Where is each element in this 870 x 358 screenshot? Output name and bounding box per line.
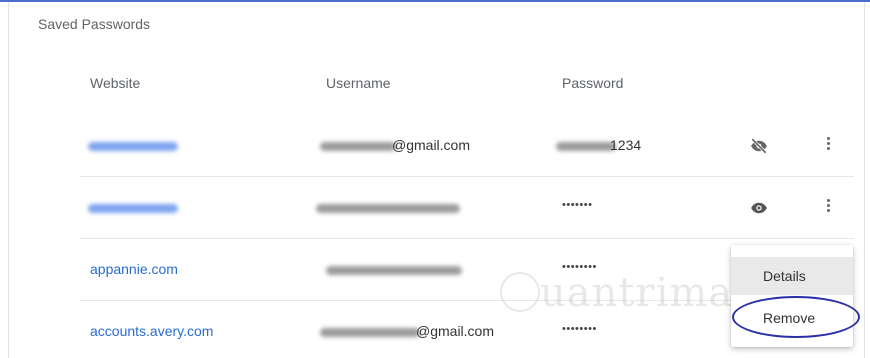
- password-masked: ••••••••: [562, 323, 597, 335]
- redacted-username: [326, 266, 462, 275]
- highlight-annotation: [732, 296, 860, 338]
- redacted-password: [556, 142, 616, 151]
- panel-right-border: [864, 2, 865, 358]
- redacted-website: [88, 142, 178, 151]
- eye-icon[interactable]: [750, 199, 768, 217]
- menu-item-details[interactable]: Details: [731, 257, 853, 295]
- eye-off-icon[interactable]: [750, 137, 768, 155]
- redacted-website: [88, 204, 178, 213]
- username-text: @gmail.com: [416, 323, 495, 339]
- panel-left-border: [8, 2, 9, 358]
- section-title: Saved Passwords: [38, 16, 151, 32]
- username-text: @gmail.com: [392, 137, 471, 153]
- password-masked: •••••••: [562, 199, 593, 211]
- website-link[interactable]: accounts.avery.com: [90, 323, 213, 339]
- more-options-button[interactable]: [824, 197, 832, 219]
- column-header-username: Username: [326, 75, 391, 91]
- redacted-username: [320, 142, 396, 151]
- top-accent-line: [0, 0, 870, 2]
- website-link[interactable]: appannie.com: [90, 261, 178, 277]
- password-text: 1234: [610, 137, 642, 153]
- more-options-button[interactable]: [824, 135, 832, 157]
- watermark-logo-icon: [500, 272, 540, 312]
- password-row: •••••••: [80, 177, 854, 239]
- redacted-username: [316, 204, 460, 213]
- password-row: @gmail.com 1234: [80, 115, 854, 177]
- redacted-username: [320, 328, 420, 337]
- column-header-password: Password: [562, 75, 624, 91]
- column-header-website: Website: [90, 75, 141, 91]
